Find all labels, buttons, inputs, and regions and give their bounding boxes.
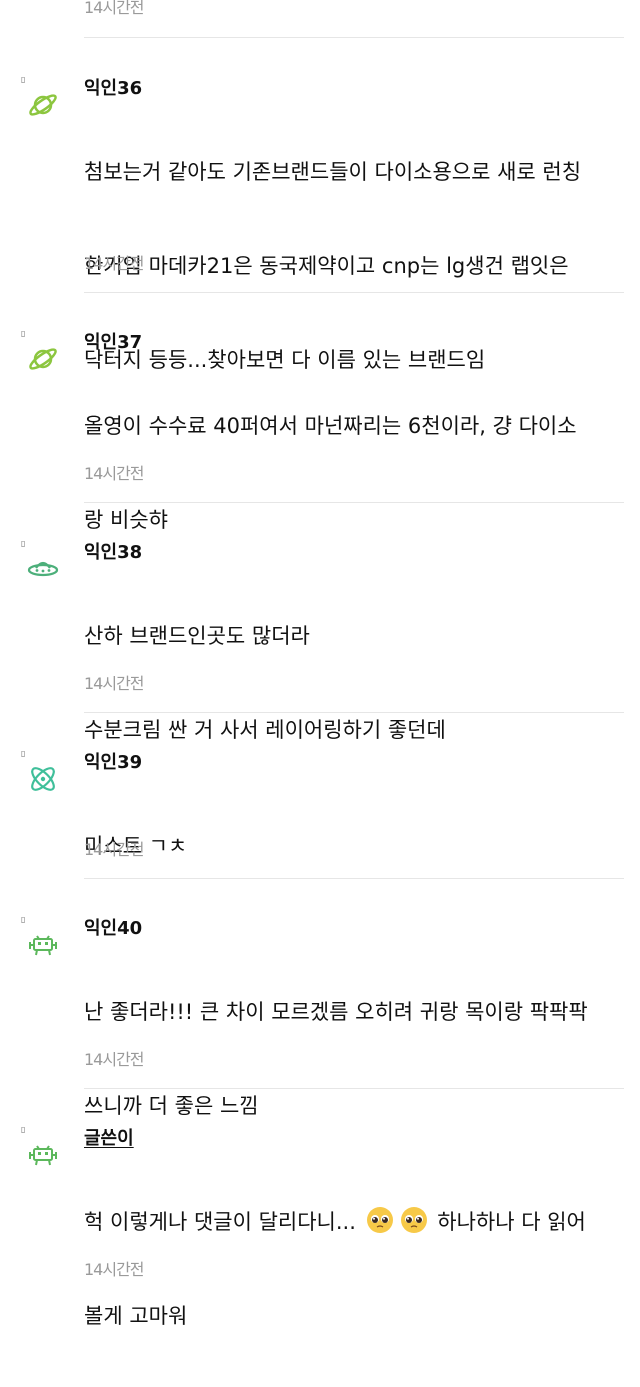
- comment-text: 미스트 ㄱㅊ: [84, 776, 629, 917]
- divider: [84, 1088, 624, 1089]
- comment-line: 볼게 고마워: [84, 1304, 188, 1328]
- comment-line: 첨보는거 같아도 기존브랜드들이 다이소용으로 새로 런칭: [84, 160, 582, 184]
- atom-icon: [31, 767, 55, 791]
- comment-author[interactable]: 익인39: [84, 748, 142, 774]
- comment-item: ▯ 익인39 미스트 ㄱㅊ 14시간전: [0, 748, 640, 878]
- comment-text: 헉 이렇게나 댓글이 달리다니... 하나하나 다 읽어 볼게 고마워: [84, 1152, 629, 1387]
- comment-line: 난 좋더라!!! 큰 차이 모르겠름 오히려 귀랑 목이랑 팍팍팍: [84, 1000, 588, 1024]
- comment-author-op[interactable]: 글쓴이: [84, 1124, 134, 1150]
- marker-glyph: ▯: [21, 75, 26, 84]
- comment-time: 14시간전: [84, 254, 145, 273]
- comment-line: 올영이 수수료 40퍼여서 마넌짜리는 6천이라, 걍 다이소: [84, 414, 577, 438]
- comment-time: 14시간전: [84, 674, 145, 693]
- space-invader-icon: [29, 1145, 57, 1166]
- comment-item: ▯ 익인36 첨보는거 같아도 기존브랜드들이 다이소용으로 새로 런칭 한거임…: [0, 74, 640, 373]
- comment-time: 14시간전: [84, 840, 145, 859]
- space-invader-icon: [29, 935, 57, 956]
- comment-item: ▯ 익인40 난 좋더라!!! 큰 차이 모르겠름 오히려 귀랑 목이랑 팍팍팍…: [0, 914, 640, 1119]
- comment-time: 14시간전: [84, 1050, 145, 1069]
- comment-author[interactable]: 익인37: [84, 328, 142, 354]
- comment-line: 한거임 마데카21은 동국제약이고 cnp는 lg생건 랩잇은: [84, 254, 569, 278]
- divider: [84, 37, 624, 38]
- comment-line-segment: 헉 이렇게나 댓글이 달리다니...: [84, 1210, 363, 1234]
- pleading-face-emoji: [400, 1207, 427, 1233]
- comment-line: 랑 비슷햐: [84, 508, 168, 532]
- comment-author[interactable]: 익인36: [84, 74, 142, 100]
- comment-line-segment: 하나하나 다 읽어: [430, 1210, 586, 1234]
- marker-glyph: ▯: [21, 539, 26, 548]
- divider: [84, 878, 624, 879]
- ufo-icon: [27, 561, 59, 577]
- comment-item: ▯ 익인38 산하 브랜드인곳도 많더라 수분크림 싼 거 사서 레이어링하기 …: [0, 538, 640, 743]
- comment-line: 쓰니까 더 좋은 느낌: [84, 1094, 259, 1118]
- comment-line: 산하 브랜드인곳도 많더라: [84, 624, 310, 648]
- planet-icon: [29, 94, 57, 116]
- divider: [84, 502, 624, 503]
- comment-author[interactable]: 익인38: [84, 538, 142, 564]
- marker-glyph: ▯: [21, 1125, 26, 1134]
- marker-glyph: ▯: [21, 915, 26, 924]
- comment-time: 14시간전: [84, 464, 145, 483]
- comment-line: 수분크림 싼 거 사서 레이어링하기 좋던데: [84, 718, 446, 742]
- comment-author[interactable]: 익인40: [84, 914, 142, 940]
- comment-line: 미스트 ㄱㅊ: [84, 834, 188, 858]
- marker-glyph: ▯: [21, 749, 26, 758]
- comment-item: ▯ 글쓴이 헉 이렇게나 댓글이 달리다니... 하나하나 다 읽어 볼게 고마…: [0, 1124, 640, 1329]
- divider: [84, 712, 624, 713]
- divider: [84, 292, 624, 293]
- pleading-face-emoji: [366, 1207, 393, 1233]
- comment-time: 14시간전: [84, 1260, 145, 1279]
- previous-comment-time: 14시간전: [84, 0, 145, 17]
- comment-line: 헉 이렇게나 댓글이 달리다니... 하나하나 다 읽어: [84, 1199, 629, 1246]
- planet-icon: [29, 348, 57, 370]
- marker-glyph: ▯: [21, 329, 26, 338]
- comment-item: ▯ 익인37 올영이 수수료 40퍼여서 마넌짜리는 6천이라, 걍 다이소 랑…: [0, 328, 640, 533]
